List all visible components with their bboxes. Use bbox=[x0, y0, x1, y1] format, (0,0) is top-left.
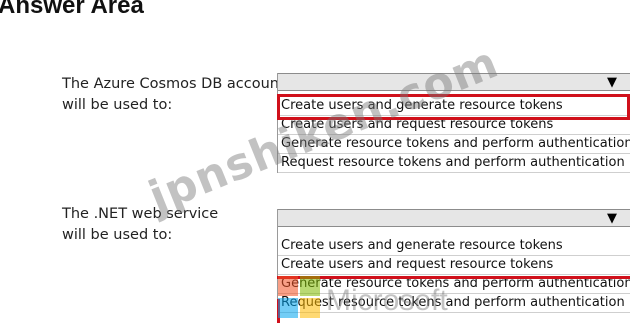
question-2-selection-marker bbox=[277, 299, 280, 323]
question-2-selected-highlight bbox=[277, 276, 630, 298]
question-1-dropdown-header[interactable]: ▼ bbox=[278, 73, 630, 91]
question-2-line-2: will be used to: bbox=[62, 227, 173, 243]
question-2-line-1: The .NET web service bbox=[62, 206, 219, 222]
question-2-dropdown-header[interactable]: ▼ bbox=[278, 209, 630, 227]
question-1-line-2: will be used to: bbox=[62, 97, 173, 113]
question-1-line-1: The Azure Cosmos DB account bbox=[62, 76, 285, 92]
question-2-option-2[interactable]: Create users and request resource tokens bbox=[278, 256, 630, 275]
question-1-option-4[interactable]: Request resource tokens and perform auth… bbox=[278, 154, 630, 173]
question-2-label: The .NET web service will be used to: bbox=[62, 204, 218, 246]
question-1-label: The Azure Cosmos DB account will be used… bbox=[62, 74, 285, 116]
question-2-options: Create users and generate resource token… bbox=[278, 237, 630, 313]
question-1-selected-highlight bbox=[277, 94, 630, 120]
answer-area-title: Answer Area bbox=[0, 0, 144, 19]
question-2-option-1[interactable]: Create users and generate resource token… bbox=[278, 237, 630, 256]
dropdown-arrow-icon[interactable]: ▼ bbox=[604, 75, 620, 90]
dropdown-arrow-icon[interactable]: ▼ bbox=[604, 211, 620, 226]
question-1-option-3[interactable]: Generate resource tokens and perform aut… bbox=[278, 135, 630, 154]
question-1-dropdown[interactable]: ▼ Create users and generate resource tok… bbox=[277, 73, 630, 173]
